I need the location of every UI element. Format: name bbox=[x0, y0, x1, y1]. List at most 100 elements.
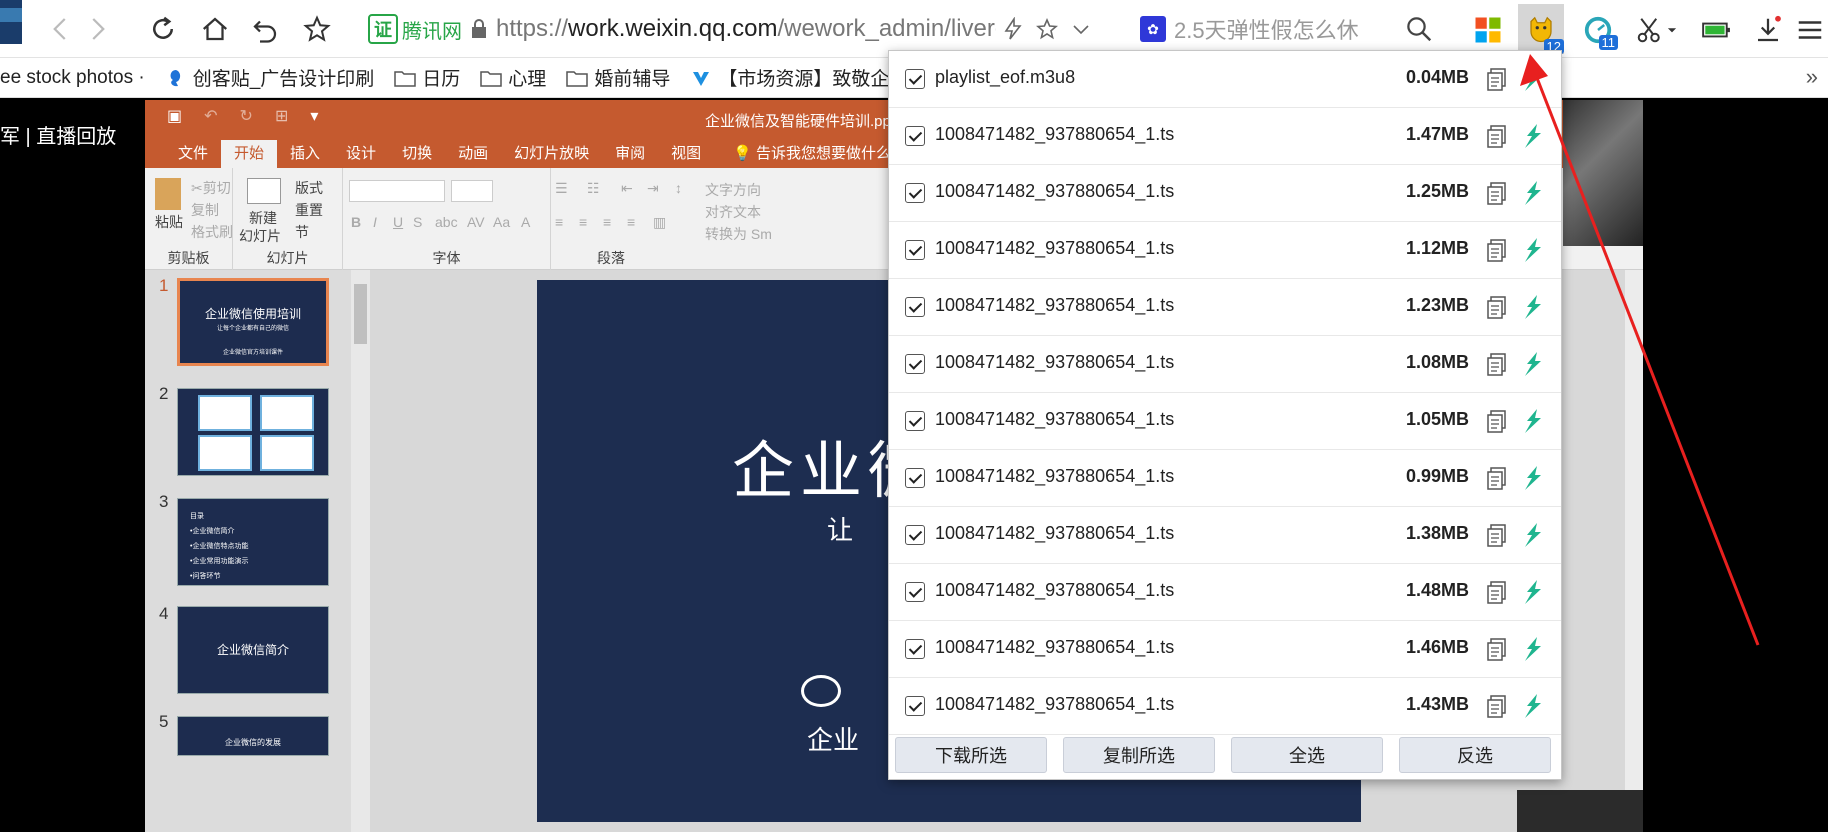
slide-thumbnail-2[interactable] bbox=[177, 388, 329, 476]
tab-animations[interactable]: 动画 bbox=[445, 140, 501, 168]
search-box[interactable]: ✿ 2.5天弹性假怎么休 bbox=[1140, 6, 1440, 52]
copy-link-icon[interactable] bbox=[1485, 580, 1509, 606]
file-checkbox[interactable] bbox=[905, 525, 925, 545]
copy-link-icon[interactable] bbox=[1485, 352, 1509, 378]
change-case-button[interactable]: Aa bbox=[493, 214, 510, 230]
align-text-button[interactable]: 对齐文本 bbox=[705, 202, 761, 222]
file-row[interactable]: 1008471482_937880654_1.ts 1.23MB bbox=[889, 279, 1561, 336]
slide-thumbnail-3[interactable]: 目录 •企业微信简介 •企业微信特点功能 •企业常用功能演示 •问答环节 bbox=[177, 498, 329, 586]
new-slide-icon[interactable] bbox=[247, 178, 281, 204]
download-icon[interactable] bbox=[1519, 521, 1545, 549]
copy-link-icon[interactable] bbox=[1485, 637, 1509, 663]
bullets-button[interactable]: ☰ bbox=[555, 180, 568, 197]
windows-apps-button[interactable] bbox=[1468, 10, 1508, 50]
underline-button[interactable]: U bbox=[393, 214, 403, 230]
align-center-button[interactable]: ≡ bbox=[579, 214, 587, 230]
file-checkbox[interactable] bbox=[905, 183, 925, 203]
strikethrough-button[interactable]: abc bbox=[435, 214, 458, 230]
copy-link-icon[interactable] bbox=[1485, 67, 1509, 93]
bookmark-market-resources[interactable]: 【市场资源】致敬企业 bbox=[690, 64, 908, 91]
tab-transitions[interactable]: 切换 bbox=[389, 140, 445, 168]
download-icon[interactable] bbox=[1519, 350, 1545, 378]
slide-thumbnail-1[interactable]: 企业微信使用培训 让每个企业都有自己的微信 企业微信官方培训课件 bbox=[177, 278, 329, 366]
char-spacing-button[interactable]: AV bbox=[467, 214, 485, 230]
undo-icon[interactable]: ↶ bbox=[204, 106, 217, 126]
columns-button[interactable]: ▥ bbox=[653, 214, 666, 231]
copy-link-icon[interactable] bbox=[1485, 694, 1509, 720]
bookmarks-overflow-button[interactable]: » bbox=[1806, 64, 1818, 90]
save-icon[interactable]: ▣ bbox=[167, 106, 182, 126]
address-bar[interactable]: 证 腾讯网 https://work.weixin.qq.com/wework_… bbox=[368, 6, 1120, 52]
tab-review[interactable]: 审阅 bbox=[602, 140, 658, 168]
download-icon[interactable] bbox=[1519, 464, 1545, 492]
bookmark-folder-psychology[interactable]: 心理 bbox=[480, 64, 546, 91]
file-row[interactable]: playlist_eof.m3u8 0.04MB bbox=[889, 51, 1561, 108]
file-checkbox[interactable] bbox=[905, 582, 925, 602]
copy-link-icon[interactable] bbox=[1485, 238, 1509, 264]
file-checkbox[interactable] bbox=[905, 468, 925, 488]
section-button[interactable]: 节 bbox=[295, 222, 309, 242]
downloads-button[interactable] bbox=[1748, 10, 1788, 50]
download-icon[interactable] bbox=[1519, 122, 1545, 150]
download-icon[interactable] bbox=[1519, 692, 1545, 720]
undo-close-button[interactable] bbox=[244, 8, 286, 50]
decrease-indent-button[interactable]: ⇤ bbox=[621, 180, 633, 197]
download-icon[interactable] bbox=[1519, 65, 1545, 93]
file-row[interactable]: 1008471482_937880654_1.ts 1.48MB bbox=[889, 564, 1561, 621]
address-dropdown-button[interactable] bbox=[1064, 12, 1098, 46]
font-name-combo[interactable] bbox=[349, 180, 445, 202]
font-color-button[interactable]: A bbox=[521, 214, 530, 230]
file-row[interactable]: 1008471482_937880654_1.ts 1.38MB bbox=[889, 507, 1561, 564]
text-direction-button[interactable]: 文字方向 bbox=[705, 180, 761, 200]
file-row[interactable]: 1008471482_937880654_1.ts 1.12MB bbox=[889, 222, 1561, 279]
slide-thumbnail-4[interactable]: 企业微信简介 bbox=[177, 606, 329, 694]
home-button[interactable] bbox=[194, 8, 236, 50]
file-checkbox[interactable] bbox=[905, 240, 925, 260]
cut-button[interactable]: ✂剪切 bbox=[191, 178, 231, 198]
bookmark-chuangketie[interactable]: 创客贴_广告设计印刷 bbox=[165, 64, 374, 91]
screenshot-dropdown[interactable] bbox=[1662, 10, 1682, 50]
tab-design[interactable]: 设计 bbox=[333, 140, 389, 168]
select-all-button[interactable]: 全选 bbox=[1231, 737, 1383, 773]
bookmark-folder-calendar[interactable]: 日历 bbox=[394, 64, 460, 91]
line-spacing-button[interactable]: ↕ bbox=[675, 180, 682, 196]
speed-extension-button[interactable]: 11 bbox=[1578, 10, 1618, 50]
new-slide-label-2[interactable]: 幻灯片 bbox=[239, 226, 281, 246]
download-selected-button[interactable]: 下载所选 bbox=[895, 737, 1047, 773]
file-checkbox[interactable] bbox=[905, 69, 925, 89]
file-checkbox[interactable] bbox=[905, 354, 925, 374]
file-row[interactable]: 1008471482_937880654_1.ts 1.46MB bbox=[889, 621, 1561, 678]
file-row[interactable]: 1008471482_937880654_1.ts 1.47MB bbox=[889, 108, 1561, 165]
new-slide-label-1[interactable]: 新建 bbox=[249, 208, 277, 228]
slide-scrollbar[interactable] bbox=[1625, 270, 1643, 832]
tab-insert[interactable]: 插入 bbox=[277, 140, 333, 168]
tab-home[interactable]: 开始 bbox=[221, 140, 278, 168]
download-icon[interactable] bbox=[1519, 236, 1545, 264]
slideshow-start-icon[interactable]: ⊞ bbox=[275, 106, 288, 126]
speed-mode-button[interactable] bbox=[996, 12, 1030, 46]
video-sniffer-extension-button[interactable]: 12 bbox=[1518, 4, 1564, 54]
file-row[interactable]: 1008471482_937880654_1.ts 1.25MB bbox=[889, 165, 1561, 222]
thumbnail-scrollbar-thumb[interactable] bbox=[354, 284, 367, 344]
slide-thumbnail-5[interactable]: 企业微信的发展 bbox=[177, 716, 329, 756]
font-size-combo[interactable] bbox=[451, 180, 493, 202]
file-row[interactable]: 1008471482_937880654_1.ts 1.05MB bbox=[889, 393, 1561, 450]
file-checkbox[interactable] bbox=[905, 126, 925, 146]
tab-view[interactable]: 视图 bbox=[658, 140, 714, 168]
copy-link-icon[interactable] bbox=[1485, 124, 1509, 150]
customize-qat-icon[interactable]: ▾ bbox=[310, 106, 318, 126]
bold-button[interactable]: B bbox=[351, 214, 361, 230]
increase-indent-button[interactable]: ⇥ bbox=[647, 180, 659, 197]
copy-link-icon[interactable] bbox=[1485, 466, 1509, 492]
file-checkbox[interactable] bbox=[905, 411, 925, 431]
file-row[interactable]: 1008471482_937880654_1.ts 1.08MB bbox=[889, 336, 1561, 393]
bookmark-stock-photos[interactable]: ee stock photos · bbox=[0, 67, 145, 89]
file-row[interactable]: 1008471482_937880654_1.ts 0.99MB bbox=[889, 450, 1561, 507]
justify-button[interactable]: ≡ bbox=[627, 214, 635, 230]
download-icon[interactable] bbox=[1519, 578, 1545, 606]
file-checkbox[interactable] bbox=[905, 297, 925, 317]
battery-button[interactable] bbox=[1696, 10, 1736, 50]
shadow-button[interactable]: S bbox=[413, 214, 422, 230]
forward-button[interactable] bbox=[76, 8, 118, 50]
italic-button[interactable]: I bbox=[373, 214, 377, 230]
